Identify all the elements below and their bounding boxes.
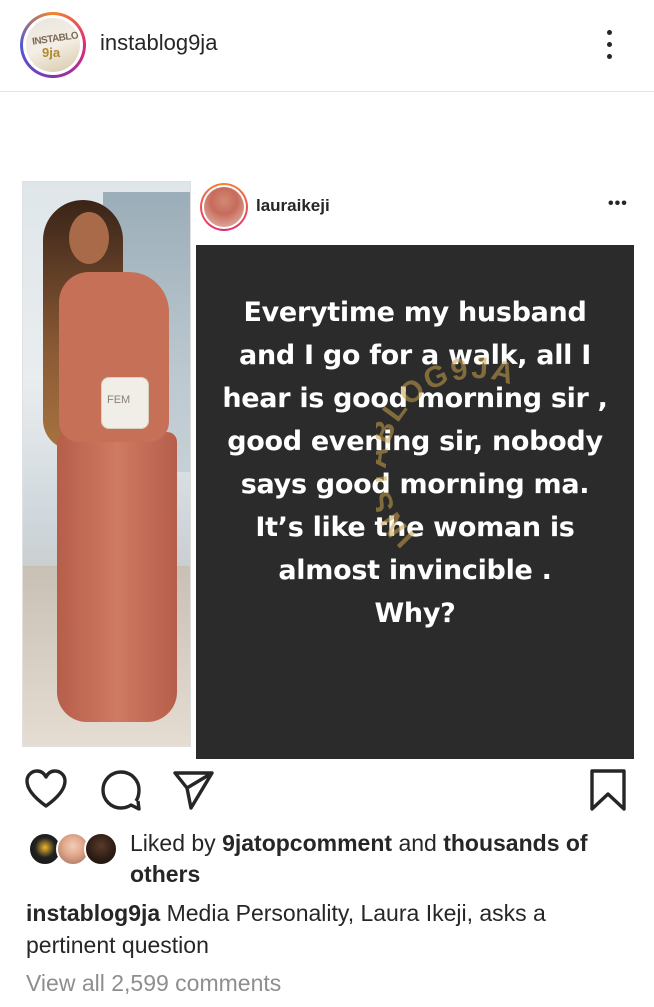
paper-plane-icon[interactable] <box>171 768 215 812</box>
avatar-logo-subtext: 9ja <box>42 45 61 60</box>
quote-text: Everytime my husband and I go for a walk… <box>196 291 634 635</box>
likes-prefix: Liked by <box>130 830 216 856</box>
reshared-username: lauraikeji <box>256 196 330 215</box>
post-header: INSTABLOG 9ja instablog9ja <box>0 0 654 92</box>
quote-box: Everytime my husband and I go for a walk… <box>196 245 634 759</box>
quote-line: and I go for a walk, all I <box>239 340 591 371</box>
reshared-avatar <box>200 183 248 231</box>
laura-ikeji-photo: FEM <box>22 181 191 747</box>
liker-username[interactable]: 9jatopcomment <box>222 830 392 856</box>
likes-summary[interactable]: Liked by 9jatopcomment and thousands of … <box>28 828 638 890</box>
post-caption: instablog9ja Media Personality, Laura Ik… <box>26 897 636 961</box>
comment-bubble-icon[interactable] <box>99 768 143 812</box>
bookmark-icon[interactable] <box>586 768 630 812</box>
post-image[interactable]: FEM lauraikeji ••• Everytime my husband … <box>0 93 654 759</box>
reshared-more-icon: ••• <box>608 195 628 212</box>
likes-and: and <box>398 830 437 856</box>
quote-line: It’s like the woman is <box>255 512 575 543</box>
view-comments-link[interactable]: View all 2,599 comments <box>26 970 281 997</box>
more-vertical-icon[interactable] <box>598 28 622 62</box>
quote-line: almost invincible . <box>278 555 552 586</box>
quote-line: good evening sir, nobody <box>227 426 603 457</box>
quote-line: hear is good morning sir , <box>222 383 608 414</box>
quote-line: says good morning ma. <box>240 469 590 500</box>
liker-avatar <box>84 832 118 866</box>
post-actions <box>0 760 654 820</box>
account-avatar[interactable]: INSTABLOG 9ja <box>20 12 86 78</box>
heart-icon[interactable] <box>24 768 68 812</box>
likes-text: Liked by 9jatopcomment and thousands of … <box>130 828 630 890</box>
bag-logo-text: FEM <box>107 394 131 406</box>
quote-line: Everytime my husband <box>243 297 587 328</box>
reshared-post: lauraikeji ••• Everytime my husband and … <box>196 181 634 759</box>
caption-username[interactable]: instablog9ja <box>26 900 160 926</box>
quote-line: Why? <box>374 598 456 629</box>
account-username[interactable]: instablog9ja <box>100 30 217 56</box>
